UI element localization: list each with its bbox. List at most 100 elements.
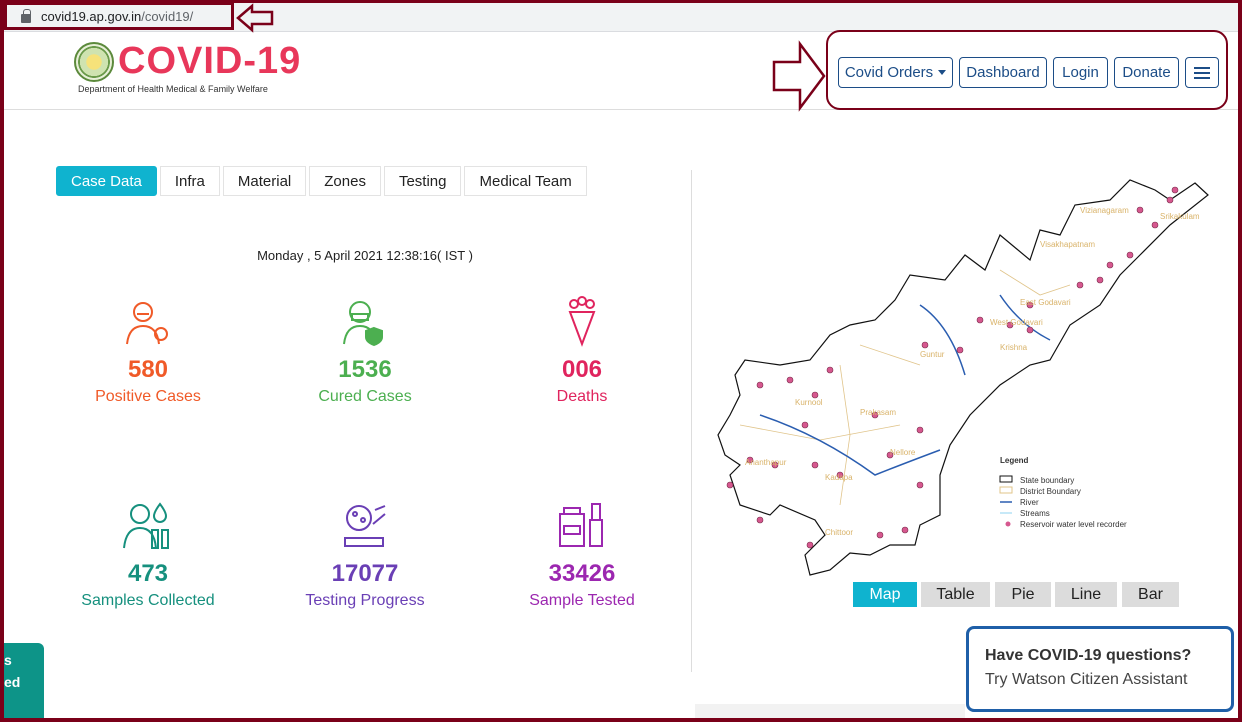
side-widget-line: s [4, 652, 12, 668]
view-pie-button[interactable]: Pie [995, 582, 1051, 607]
district-label: Chittoor [825, 528, 853, 537]
legend-title: Legend [1000, 456, 1029, 465]
tab-material[interactable]: Material [222, 166, 307, 196]
testing-progress-value: 17077 [331, 560, 399, 587]
reservoir-marker[interactable] [876, 531, 884, 539]
view-bar-button[interactable]: Bar [1122, 582, 1179, 607]
view-map-button[interactable]: Map [853, 582, 917, 607]
cured-cases-value: 1536 [338, 356, 392, 383]
watson-prompt[interactable]: Try Watson Citizen Assistant [985, 671, 1215, 689]
watson-question: Have COVID-19 questions? [985, 647, 1192, 664]
positive-cases-value: 580 [127, 356, 169, 383]
deaths-value: 006 [561, 356, 603, 383]
stat-cured-cases: 1536 Cured Cases [265, 296, 465, 406]
login-button[interactable]: Login [1053, 57, 1108, 88]
reservoir-marker[interactable] [756, 381, 764, 389]
district-label: Prakasam [860, 408, 896, 417]
reservoir-marker[interactable] [1026, 326, 1034, 334]
stat-testing-progress: 17077 Testing Progress [265, 500, 465, 610]
district-label: West Godavari [990, 318, 1043, 327]
ap-emblem-icon [74, 42, 114, 82]
donate-button[interactable]: Donate [1114, 57, 1179, 88]
logo[interactable]: COVID-19 Department of Health Medical & … [74, 42, 301, 94]
watson-assistant-widget[interactable]: Have COVID-19 questions? Try Watson Citi… [966, 626, 1234, 712]
reservoir-marker[interactable] [806, 541, 814, 549]
andhra-pradesh-reservoir-map[interactable]: Vizianagaram Srikakulam Visakhapatnam East … [700, 175, 1230, 585]
view-line-button[interactable]: Line [1055, 582, 1117, 607]
reservoir-marker[interactable] [826, 366, 834, 374]
district-label: Ananthapur [745, 458, 787, 467]
stat-sample-tested: 33426 Sample Tested [482, 500, 682, 610]
district-label: Guntur [920, 350, 945, 359]
reservoir-marker[interactable] [1126, 251, 1134, 259]
reservoir-marker[interactable] [901, 526, 909, 534]
reservoir-marker[interactable] [1151, 221, 1159, 229]
reservoir-marker[interactable] [1076, 281, 1084, 289]
legend-swatch-reservoir [1005, 521, 1011, 527]
tab-case-data[interactable]: Case Data [56, 166, 157, 196]
reservoir-marker[interactable] [801, 421, 809, 429]
legend-item: State boundary [1020, 476, 1074, 485]
logo-title: COVID-19 [118, 40, 302, 82]
reservoir-marker[interactable] [1171, 186, 1179, 194]
side-widget[interactable]: s ed [0, 643, 44, 722]
flower-bouquet-icon [568, 296, 596, 347]
reservoir-marker[interactable] [1166, 196, 1174, 204]
caret-down-icon [938, 70, 947, 75]
covid-orders-label: Covid Orders [844, 64, 934, 81]
samples-collected-label: Samples Collected [81, 592, 215, 609]
browser-address-bar[interactable]: covid19.ap.gov.in/covid19/ [0, 0, 1242, 33]
reservoir-marker[interactable] [916, 426, 924, 434]
url-host: covid19.ap.gov.in [41, 8, 142, 24]
reservoir-marker[interactable] [811, 461, 819, 469]
testing-progress-label: Testing Progress [305, 592, 425, 609]
stat-deaths: 006 Deaths [482, 296, 682, 406]
tab-zones[interactable]: Zones [309, 166, 381, 196]
district-label: Nellore [890, 448, 916, 457]
district-label: Kurnool [795, 398, 823, 407]
footer-strip [695, 704, 965, 722]
reservoir-marker[interactable] [1106, 261, 1114, 269]
patient-virus-icon [126, 302, 168, 345]
reservoir-marker[interactable] [956, 346, 964, 354]
covid-orders-dropdown[interactable]: Covid Orders [838, 57, 953, 88]
legend-swatch-state [999, 475, 1013, 483]
lock-icon [21, 8, 31, 23]
sample-tested-value: 33426 [548, 560, 616, 587]
legend-item: District Boundary [1020, 487, 1081, 496]
samples-collected-value: 473 [127, 560, 169, 587]
map-legend: Legend State boundary District Boundary … [999, 456, 1127, 529]
district-label: Kadapa [825, 473, 853, 482]
current-datetime: Monday , 5 April 2021 12:38:16( IST ) [257, 248, 473, 263]
reservoir-marker[interactable] [921, 341, 929, 349]
district-label: Srikakulam [1160, 212, 1200, 221]
tab-infra[interactable]: Infra [159, 166, 220, 196]
reservoir-marker[interactable] [756, 516, 764, 524]
menu-button[interactable] [1185, 57, 1219, 88]
sample-tested-label: Sample Tested [529, 592, 635, 609]
reservoir-marker[interactable] [726, 481, 734, 489]
district-label: Vizianagaram [1080, 206, 1129, 215]
divider [691, 170, 692, 672]
dashboard-button[interactable]: Dashboard [959, 57, 1047, 88]
url-path: /covid19/ [141, 8, 194, 24]
district-label: Krishna [1000, 343, 1028, 352]
reservoir-marker[interactable] [916, 481, 924, 489]
reservoir-marker[interactable] [1096, 276, 1104, 284]
legend-item: River [1020, 498, 1039, 507]
url-field[interactable]: covid19.ap.gov.in/covid19/ [4, 2, 234, 30]
district-label: Visakhapatnam [1040, 240, 1095, 249]
reservoir-marker[interactable] [786, 376, 794, 384]
case-tabs: Case Data Infra Material Zones Testing M… [56, 166, 587, 196]
reservoir-marker[interactable] [1136, 206, 1144, 214]
annotation-arrow-left-icon [236, 3, 274, 33]
tab-medical-team[interactable]: Medical Team [464, 166, 587, 196]
legend-item: Streams [1020, 509, 1050, 518]
deaths-label: Deaths [556, 388, 608, 405]
view-table-button[interactable]: Table [921, 582, 990, 607]
logo-subtitle: Department of Health Medical & Family We… [78, 84, 268, 94]
tab-testing[interactable]: Testing [383, 166, 462, 196]
doctor-test-tubes-icon [123, 502, 169, 549]
positive-cases-label: Positive Cases [95, 388, 201, 405]
reservoir-marker[interactable] [976, 316, 984, 324]
